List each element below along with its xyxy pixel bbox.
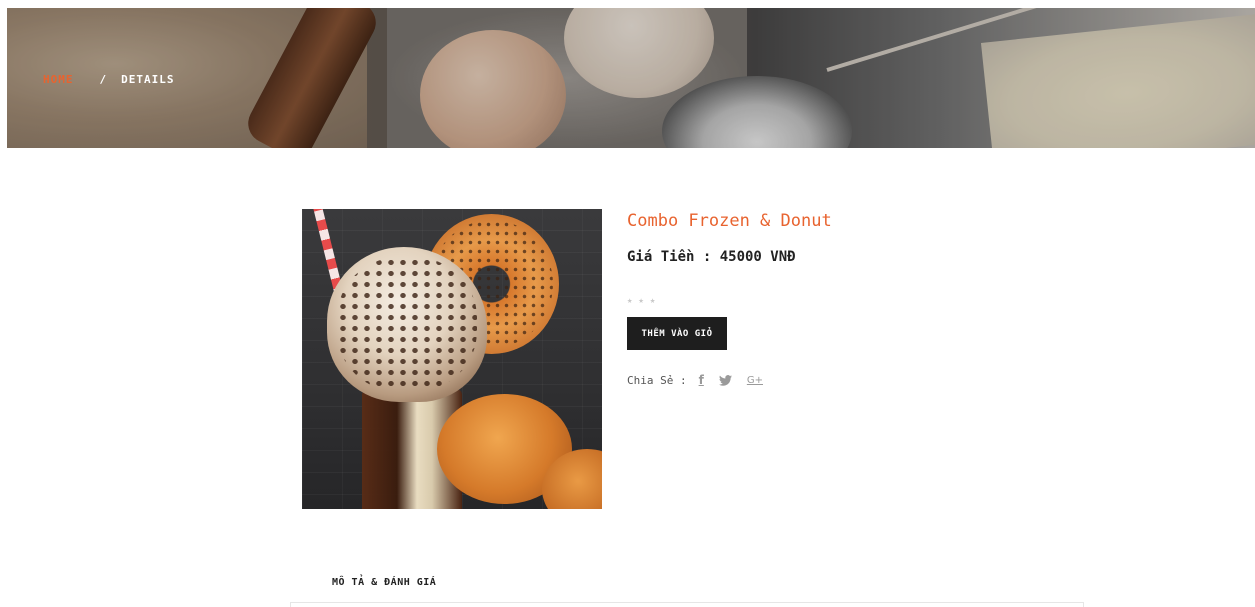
breadcrumb-separator: / <box>99 73 108 86</box>
product-image-chips <box>337 257 477 392</box>
star-icon[interactable]: ★ <box>638 296 643 306</box>
twitter-bird-glyph <box>718 374 732 386</box>
tab-panel <box>290 602 1084 607</box>
share-label: Chia Sẻ : <box>627 373 687 387</box>
twitter-icon[interactable] <box>718 374 732 386</box>
product-price: Giá Tiền : 45000 VNĐ <box>627 249 796 265</box>
share-links: Chia Sẻ : f G+ <box>627 373 778 387</box>
product-details-page: HOME / DETAILS Combo Frozen & Donut Giá … <box>0 0 1255 607</box>
add-to-cart-button[interactable]: THÊM VÀO GIỎ <box>627 317 727 350</box>
banner-overlay <box>7 8 1255 148</box>
breadcrumb: HOME / DETAILS <box>43 73 174 86</box>
facebook-icon[interactable]: f <box>699 373 704 387</box>
star-icon[interactable]: ★ <box>650 296 655 306</box>
product-image <box>302 209 602 509</box>
product-title: Combo Frozen & Donut <box>627 211 832 231</box>
google-plus-icon[interactable]: G+ <box>747 375 763 386</box>
product-image-cream <box>327 247 487 402</box>
star-icon[interactable]: ★ <box>627 296 632 306</box>
breadcrumb-current: DETAILS <box>121 73 175 86</box>
tab-description-reviews[interactable]: MÔ TẢ & ĐÁNH GIÁ <box>332 577 436 588</box>
product-rating: ★ ★ ★ <box>627 296 655 306</box>
breadcrumb-home-link[interactable]: HOME <box>43 73 74 86</box>
hero-banner: HOME / DETAILS <box>7 8 1255 148</box>
